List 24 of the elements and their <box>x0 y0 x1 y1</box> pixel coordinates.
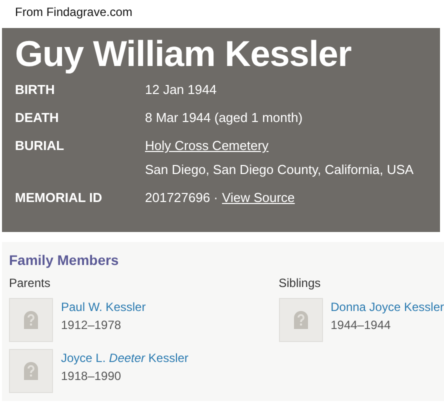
field-value: San Diego, San Diego County, California, USA <box>145 162 414 177</box>
field-value: 201727696 · <box>145 190 218 205</box>
field-label: BIRTH <box>15 82 56 98</box>
field-value: 8 Mar 1944 (aged 1 month) <box>145 110 303 125</box>
field-value: 12 Jan 1944 <box>145 82 217 97</box>
gravestone-icon <box>294 311 308 329</box>
group-title: Siblings <box>278 276 322 290</box>
person-link[interactable]: Donna Joyce Kessler <box>330 300 444 314</box>
person-link[interactable]: Paul W. Kessler <box>61 300 146 314</box>
life-years: 1944–1944 <box>330 318 392 332</box>
field-label: BURIAL <box>15 138 66 155</box>
link[interactable]: Holy Cross Cemetery <box>145 138 269 153</box>
person-name: Guy William Kessler <box>15 32 352 76</box>
link[interactable]: View Source <box>222 190 295 205</box>
gravestone-icon <box>24 362 38 380</box>
life-years: 1918–1990 <box>61 369 122 383</box>
person-link[interactable]: Joyce L. Deeter Kessler <box>61 351 188 365</box>
field-label: DEATH <box>15 110 60 126</box>
group-title: Parents <box>9 276 52 290</box>
section-title: Family Members <box>9 252 120 268</box>
source-caption: From Findagrave.com <box>14 4 134 21</box>
field-label: MEMORIAL ID <box>15 190 104 206</box>
life-years: 1912–1978 <box>61 318 122 332</box>
gravestone-icon <box>24 311 38 329</box>
